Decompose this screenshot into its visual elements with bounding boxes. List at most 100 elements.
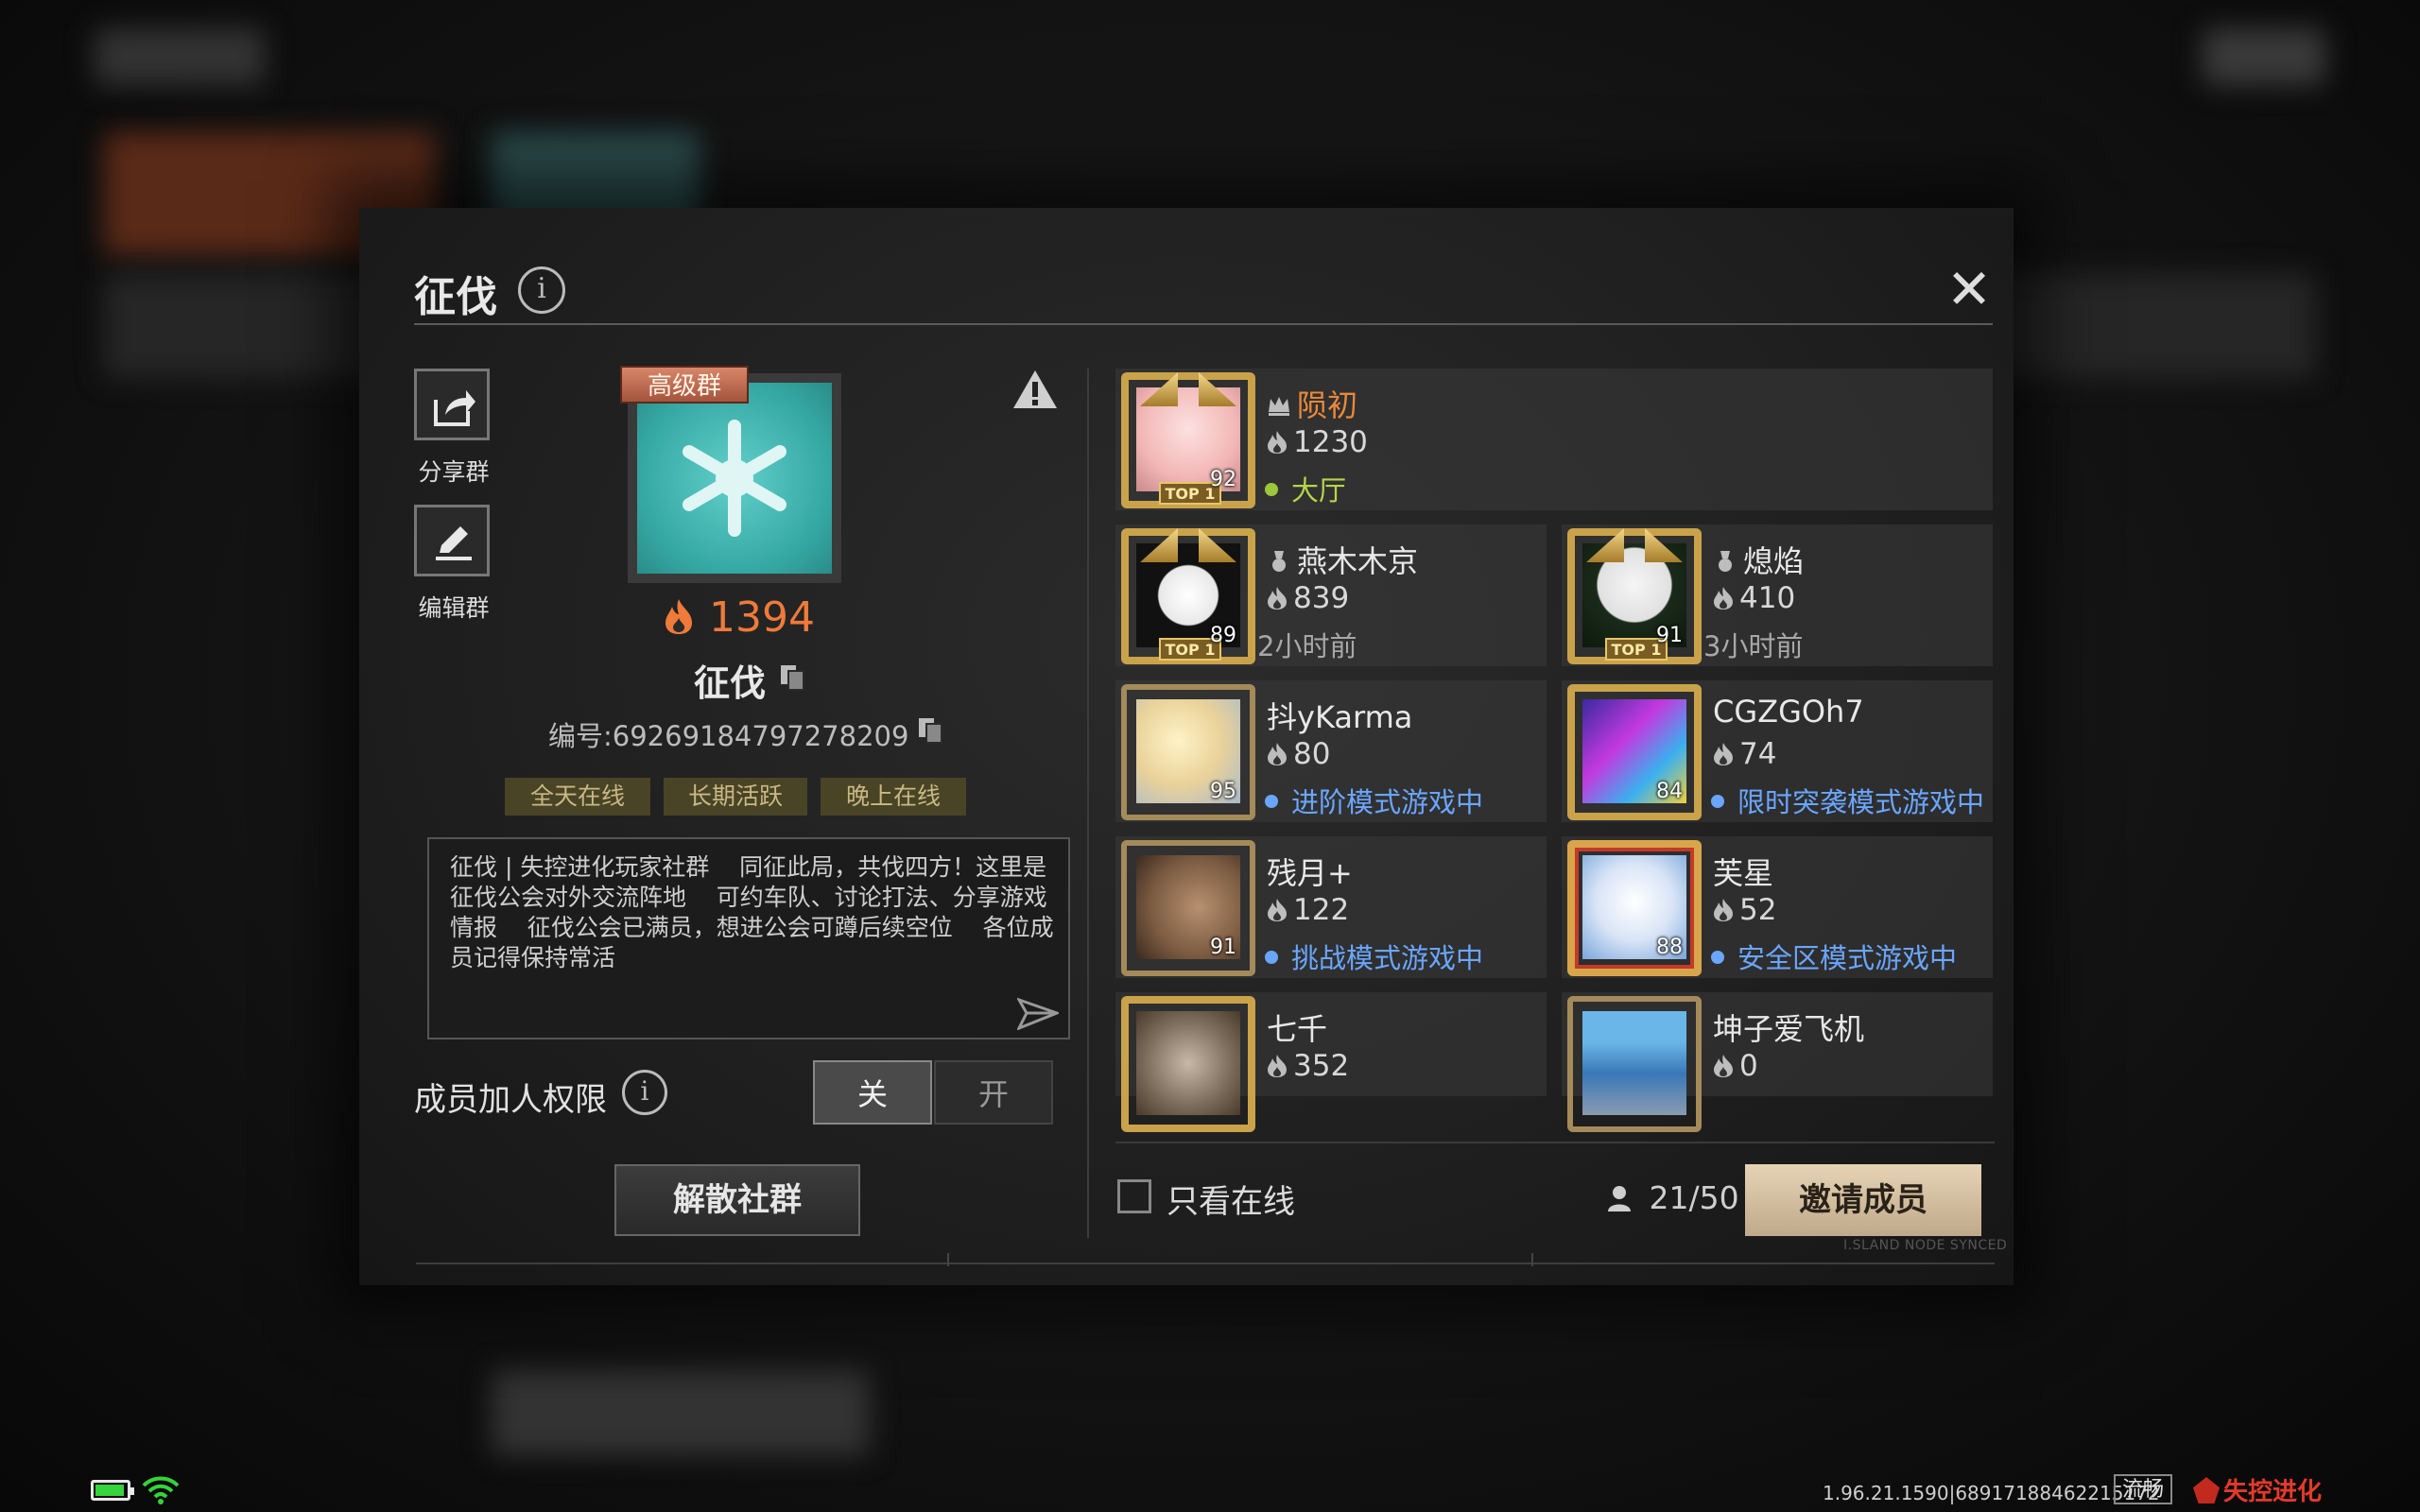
group-tag: 全天在线 <box>505 778 650 816</box>
member-card[interactable]: 七千 352 <box>1115 992 1547 1132</box>
game-logo: 失控进化 <box>2193 1472 2322 1506</box>
member-name: 坤子爱飞机 <box>1713 1005 1864 1049</box>
group-score-value: 1394 <box>709 593 815 642</box>
flame-icon <box>1714 743 1733 765</box>
permission-info-icon[interactable]: i <box>622 1070 667 1115</box>
permission-off-toggle[interactable]: 关 <box>813 1060 932 1125</box>
member-card[interactable]: 91 残月+ 122 挑战模式游戏中 <box>1115 836 1547 978</box>
member-score: 74 <box>1713 737 1776 771</box>
status-dot <box>1265 483 1278 496</box>
member-name-text: 陨初 <box>1297 387 1358 423</box>
member-invite-permission-label: 成员加人权限 <box>414 1081 607 1119</box>
member-score: 1230 <box>1267 425 1368 459</box>
member-score-value: 1230 <box>1293 425 1368 459</box>
battery-icon <box>91 1480 134 1501</box>
member-status: 挑战模式游戏中 <box>1265 936 1483 976</box>
member-status-text: 2小时前 <box>1257 630 1357 662</box>
member-score: 839 <box>1267 581 1349 615</box>
status-dot <box>1265 951 1278 964</box>
member-avatar[interactable]: TOP 1 92 <box>1121 372 1255 508</box>
member-card[interactable]: 坤子爱飞机 0 <box>1562 992 1993 1132</box>
member-count-value: 21/50 <box>1649 1179 1739 1216</box>
share-group-label: 分享群 <box>418 458 490 486</box>
member-name: 陨初 <box>1267 382 1357 425</box>
member-name: CGZGOh7 <box>1713 694 1864 730</box>
crown-icon <box>1269 397 1289 416</box>
status-dot <box>1265 795 1278 808</box>
flame-icon <box>1268 587 1287 610</box>
member-status-text: 大厅 <box>1291 474 1347 507</box>
invite-member-button[interactable]: 邀请成员 <box>1745 1164 1981 1236</box>
member-name: 芙星 <box>1713 850 1773 893</box>
member-status-text: 3小时前 <box>1703 630 1804 662</box>
member-status-text: 安全区模式游戏中 <box>1737 942 1958 974</box>
member-status: 安全区模式游戏中 <box>1711 936 1957 976</box>
member-avatar[interactable]: 95 <box>1121 684 1255 820</box>
medal-icon <box>1272 551 1286 572</box>
member-status-text: 进阶模式游戏中 <box>1291 786 1484 818</box>
member-avatar[interactable]: 88 <box>1567 840 1702 976</box>
status-dot <box>1711 951 1724 964</box>
member-avatar[interactable]: 84 <box>1567 684 1702 820</box>
flame-icon <box>1714 1055 1733 1077</box>
member-avatar[interactable] <box>1121 996 1255 1132</box>
person-icon <box>1608 1186 1631 1211</box>
member-name-text: 芙星 <box>1713 855 1774 891</box>
column-divider <box>1087 369 1089 1238</box>
member-score-value: 0 <box>1739 1049 1758 1083</box>
disband-group-button[interactable]: 解散社群 <box>614 1164 860 1236</box>
flame-icon <box>1268 1055 1287 1077</box>
member-name-text: CGZGOh7 <box>1713 694 1864 730</box>
online-only-label[interactable]: 只看在线 <box>1167 1176 1295 1222</box>
member-card[interactable]: 84 CGZGOh7 74 限时突袭模式游戏中 <box>1562 680 1993 822</box>
group-description-box[interactable]: 征伐 | 失控进化玩家社群 同征此局，共伐四方！这里是征伐公会对外交流阵地 可约… <box>427 837 1070 1040</box>
bottom-divider <box>416 1263 1995 1264</box>
member-card[interactable]: TOP 1 91 熄焰 410 3小时前 <box>1562 524 1993 666</box>
member-card[interactable]: TOP 1 92 陨初 1230 大厅 <box>1115 369 1993 510</box>
member-score-value: 122 <box>1293 893 1350 927</box>
member-avatar[interactable]: TOP 1 91 <box>1567 528 1702 664</box>
report-warning-icon[interactable] <box>1011 369 1059 410</box>
member-name: 残月+ <box>1267 850 1353 893</box>
member-name-text: 熄焰 <box>1743 543 1805 579</box>
permission-on-toggle[interactable]: 开 <box>934 1060 1053 1125</box>
member-avatar[interactable]: 91 <box>1121 840 1255 976</box>
avatar-frame <box>1121 996 1255 1132</box>
share-group-button[interactable] <box>414 369 490 440</box>
member-name: 七千 <box>1267 1005 1327 1049</box>
member-level: 88 <box>1656 936 1683 959</box>
member-score: 0 <box>1713 1049 1758 1083</box>
copy-id-icon[interactable] <box>917 716 943 745</box>
snowflake-icon <box>683 420 786 537</box>
deco-tick <box>1531 1253 1533 1266</box>
member-score-value: 52 <box>1739 893 1777 927</box>
member-card[interactable]: 88 芙星 52 安全区模式游戏中 <box>1562 836 1993 978</box>
edit-group-button[interactable] <box>414 505 490 576</box>
member-card[interactable]: 95 抖yKarma 80 进阶模式游戏中 <box>1115 680 1547 822</box>
member-card[interactable]: TOP 1 89 燕木木京 839 2小时前 <box>1115 524 1547 666</box>
member-level: 91 <box>1210 936 1236 959</box>
member-avatar[interactable] <box>1567 996 1702 1132</box>
member-name: 熄焰 <box>1713 538 1804 581</box>
member-avatar[interactable]: TOP 1 89 <box>1121 528 1255 664</box>
edit-icon <box>436 526 472 560</box>
flame-icon <box>1714 587 1733 610</box>
member-level: 84 <box>1656 780 1683 803</box>
info-icon[interactable]: i <box>518 266 565 314</box>
member-status: 进阶模式游戏中 <box>1265 781 1483 820</box>
member-name-text: 抖yKarma <box>1267 699 1413 735</box>
member-score-value: 74 <box>1739 737 1777 771</box>
close-button[interactable]: ✕ <box>1945 262 1993 317</box>
group-id: 编号:69269184797278209 <box>548 720 909 752</box>
version-text: 1.96.21.1590|68917188462215172 <box>1823 1482 2160 1504</box>
copy-name-icon[interactable] <box>779 663 805 692</box>
member-level: 92 <box>1210 468 1236 491</box>
bg-block <box>2203 28 2325 85</box>
group-score: 1394 <box>662 593 815 642</box>
member-name-text: 燕木木京 <box>1297 543 1419 579</box>
member-score: 352 <box>1267 1049 1349 1083</box>
member-level: 91 <box>1656 624 1683 647</box>
send-icon[interactable] <box>1017 996 1059 1030</box>
online-only-checkbox[interactable] <box>1117 1179 1151 1213</box>
group-tag: 晚上在线 <box>821 778 966 816</box>
